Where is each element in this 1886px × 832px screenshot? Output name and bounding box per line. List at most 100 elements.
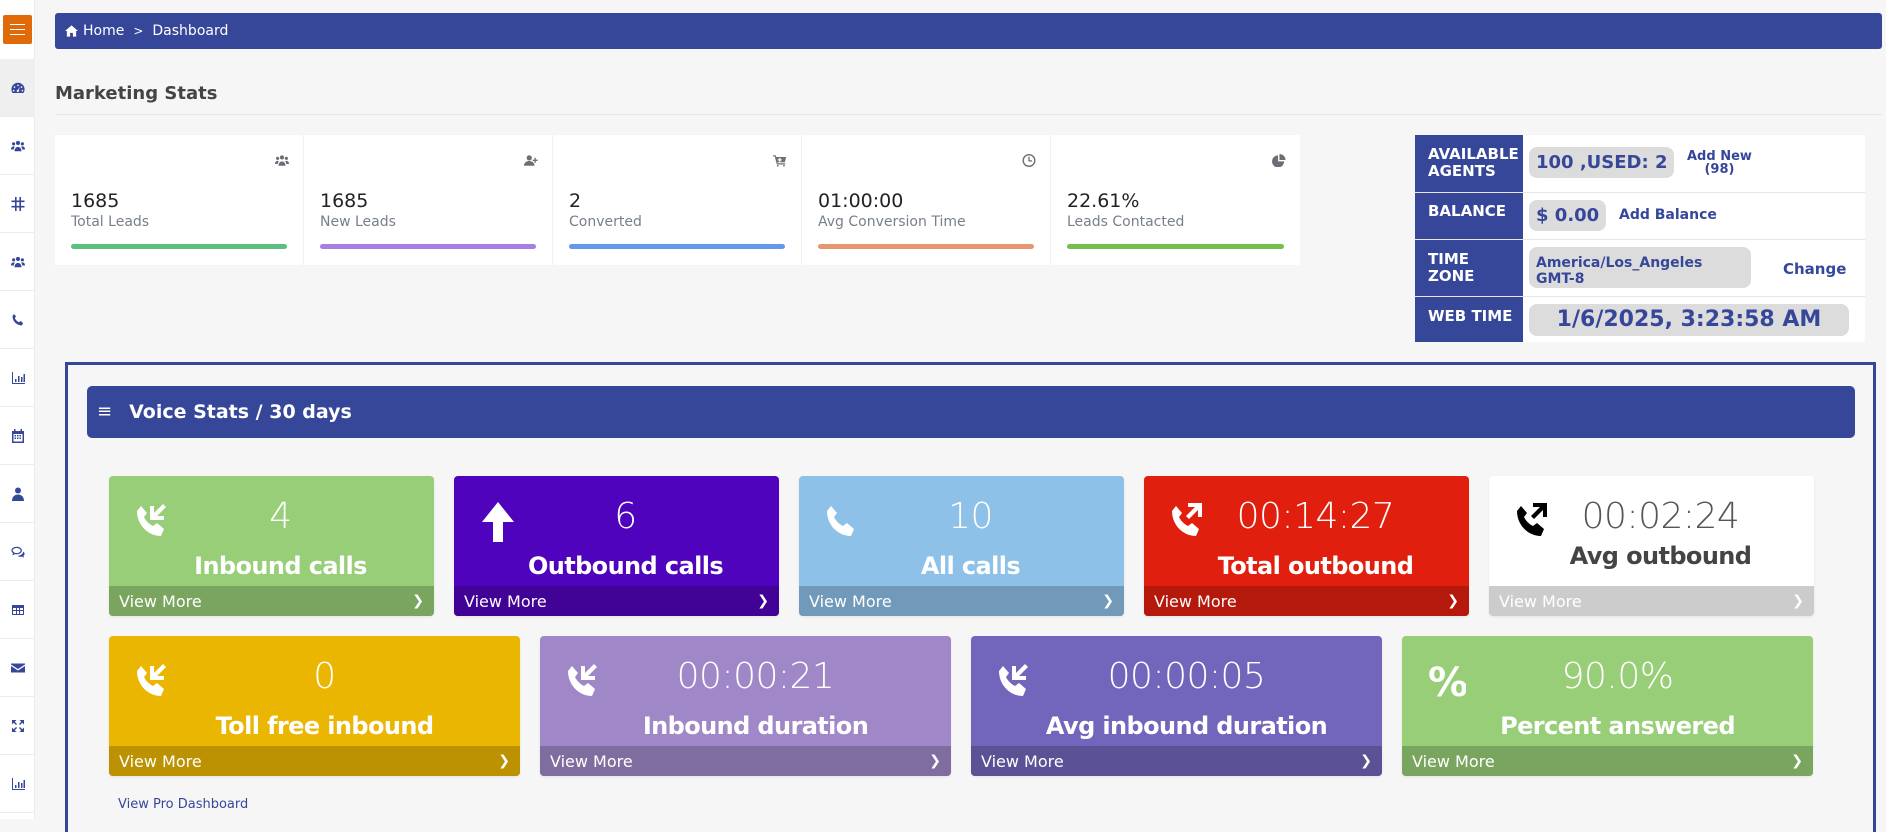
label-web-time: WEB TIME <box>1415 296 1523 342</box>
tile-value: 0 <box>313 656 336 697</box>
table-icon <box>11 604 24 615</box>
sidebar-item-chat[interactable] <box>0 523 35 581</box>
voice-stats-title: Voice Stats / 30 days <box>129 401 352 423</box>
voice-tile-inbound-calls: 4 Inbound calls View More ❯ <box>109 476 434 616</box>
account-info-table: AVAILABLE AGENTS 100 ,USED: 2 Add New (9… <box>1415 135 1865 342</box>
label-time-zone: TIME ZONE <box>1415 239 1523 296</box>
view-more-label: View More <box>1412 751 1495 771</box>
voice-tile-toll-free-inbound: 0 Toll free inbound View More ❯ <box>109 636 520 776</box>
view-more-link[interactable]: View More ❯ <box>971 746 1382 776</box>
add-balance-link[interactable]: Add Balance <box>1619 207 1717 223</box>
stat-value: 1685 <box>320 190 369 212</box>
chevron-right-icon: ❯ <box>1360 753 1372 769</box>
expand-icon <box>11 719 24 732</box>
sidebar-item-groups[interactable] <box>0 233 35 291</box>
stat-label: Converted <box>569 214 642 230</box>
cell-web-time: 1/6/2025, 3:23:58 AM <box>1523 296 1865 342</box>
label-available-agents: AVAILABLE AGENTS <box>1415 135 1523 192</box>
voice-tile-percent-answered: % 90.0% Percent answered View More ❯ <box>1402 636 1813 776</box>
tile-label: Percent answered <box>1500 712 1735 740</box>
view-more-link[interactable]: View More ❯ <box>540 746 951 776</box>
agents-value: 100 ,USED: 2 <box>1529 147 1675 178</box>
chevron-right-icon: ❯ <box>757 593 769 609</box>
divider <box>55 114 1882 115</box>
stat-card-converted: 2 Converted <box>553 135 802 265</box>
voice-stats-panel: ≡ Voice Stats / 30 days 4 Inbound calls … <box>65 362 1876 832</box>
users-icon <box>10 256 25 267</box>
sidebar-nav <box>0 59 35 813</box>
tile-value: 00:00:21 <box>676 656 835 697</box>
chevron-right-icon: ❯ <box>1791 753 1803 769</box>
view-more-label: View More <box>119 591 202 611</box>
sidebar-item-table[interactable] <box>0 581 35 639</box>
voice-tile-avg-inbound-duration: 00:00:05 Avg inbound duration View More … <box>971 636 1382 776</box>
label-line: ZONE <box>1428 266 1475 285</box>
sidebar-item-numbers[interactable] <box>0 175 35 233</box>
stat-label: New Leads <box>320 214 396 230</box>
row-web-time: WEB TIME 1/6/2025, 3:23:58 AM <box>1415 296 1865 342</box>
tile-label: Inbound calls <box>194 552 367 580</box>
sidebar-item-calls[interactable] <box>0 291 35 349</box>
breadcrumb-current: Dashboard <box>152 23 229 39</box>
stat-card-leads-contacted: 22.61% Leads Contacted <box>1051 135 1300 265</box>
label-line: TIME <box>1428 249 1469 268</box>
bar-chart-icon <box>11 777 25 790</box>
tile-value: 00:00:05 <box>1107 656 1266 697</box>
stat-bar <box>569 244 785 249</box>
hamburger-icon <box>10 24 25 35</box>
label-balance: BALANCE <box>1415 192 1523 239</box>
chevron-right-icon: ❯ <box>1447 593 1459 609</box>
stat-bar <box>71 244 287 249</box>
add-new-count: (98) <box>1704 162 1735 177</box>
view-pro-dashboard-link[interactable]: View Pro Dashboard <box>118 797 248 812</box>
sidebar-item-users[interactable] <box>0 117 35 175</box>
stat-card-new-leads: 1685 New Leads <box>304 135 553 265</box>
sidebar-item-expand[interactable] <box>0 697 35 755</box>
sidebar-item-dashboard[interactable] <box>0 59 35 117</box>
view-more-link[interactable]: View More ❯ <box>1144 586 1469 616</box>
sidebar <box>0 0 35 819</box>
view-more-link[interactable]: View More ❯ <box>1489 586 1814 616</box>
add-new-agent-link[interactable]: Add New (98) <box>1687 150 1752 176</box>
view-more-link[interactable]: View More ❯ <box>109 746 520 776</box>
view-more-link[interactable]: View More ❯ <box>109 586 434 616</box>
row-available-agents: AVAILABLE AGENTS 100 ,USED: 2 Add New (9… <box>1415 135 1865 192</box>
breadcrumb-home-link[interactable]: Home <box>83 23 124 39</box>
tile-value: 10 <box>948 496 993 537</box>
stat-bar <box>818 244 1034 249</box>
balance-value: $ 0.00 <box>1529 199 1607 231</box>
comments-icon <box>10 546 25 558</box>
change-time-zone-link[interactable]: Change <box>1783 260 1846 278</box>
row-balance: BALANCE $ 0.00 Add Balance <box>1415 192 1865 239</box>
tile-label: Toll free inbound <box>215 712 434 740</box>
sidebar-item-reports[interactable] <box>0 349 35 407</box>
tile-value: 4 <box>269 496 292 537</box>
view-more-label: View More <box>809 591 892 611</box>
pie-chart-icon <box>1272 154 1286 167</box>
stat-label: Avg Conversion Time <box>818 214 966 230</box>
users-icon <box>10 140 25 151</box>
bar-chart-icon <box>11 371 25 384</box>
bars-icon[interactable]: ≡ <box>97 403 112 421</box>
tile-label: Avg inbound duration <box>1045 712 1328 740</box>
tile-value: 00:14:27 <box>1236 496 1395 537</box>
view-more-link[interactable]: View More ❯ <box>454 586 779 616</box>
hashtag-icon <box>11 196 24 211</box>
sidebar-item-analytics[interactable] <box>0 755 35 813</box>
view-more-link[interactable]: View More ❯ <box>1402 746 1813 776</box>
voice-tile-outbound-calls: 6 Outbound calls View More ❯ <box>454 476 779 616</box>
menu-toggle-button[interactable] <box>3 15 32 44</box>
voice-tile-avg-outbound: 00:02:24 Avg outbound View More ❯ <box>1489 476 1814 616</box>
sidebar-item-agents[interactable] <box>0 465 35 523</box>
chevron-right-icon: ❯ <box>929 753 941 769</box>
calendar-icon <box>11 428 24 443</box>
breadcrumb: Home > Dashboard <box>55 13 1882 49</box>
tile-label: Avg outbound <box>1569 542 1752 570</box>
sidebar-item-email[interactable] <box>0 639 35 697</box>
sidebar-item-calendar[interactable] <box>0 407 35 465</box>
phone-icon <box>12 313 23 325</box>
tile-value: 90.0% <box>1561 656 1674 697</box>
view-more-label: View More <box>550 751 633 771</box>
view-more-link[interactable]: View More ❯ <box>799 586 1124 616</box>
label-line: AGENTS <box>1428 162 1496 180</box>
